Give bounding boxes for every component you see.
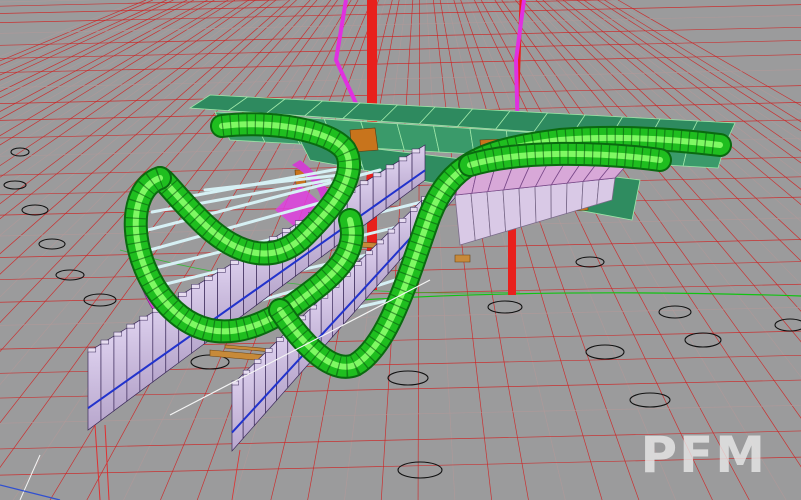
marker-circle [55,269,85,281]
grid-line [549,0,801,222]
back-wall-panel [518,186,537,228]
back-wall-panel [486,189,507,237]
back-wall-panel [565,180,584,215]
perspective-model-view[interactable] [0,0,801,500]
wall-panel-cap [365,250,373,256]
roof-panel [396,123,440,153]
wall-panel-cap [372,172,382,178]
wall-panel-cap [100,339,109,345]
wall-panel-cap [126,323,135,329]
wall-panel-cap [359,180,369,186]
marker-circle [487,300,523,314]
grid-line [0,0,222,128]
grid-line [432,0,493,500]
grid-line [0,0,201,105]
grid-line [0,54,801,73]
wall-panel-cap [282,228,291,233]
wall-panel [100,335,115,422]
grid-line [0,0,616,14]
grid-line [563,0,801,190]
wall-panel-cap [178,292,187,297]
grid-line [0,0,215,120]
wall-panel-cap [113,331,122,337]
wall-panel [231,373,244,452]
back-wall-panel [534,184,552,224]
cad-3d-viewport[interactable]: PFM [0,0,801,500]
wall-panel-cap [230,260,239,265]
marker-circle [658,305,692,319]
marker-circle [585,344,625,360]
marker-circle [774,318,801,332]
roof-panel [433,125,475,155]
site-boundary-arc [359,292,801,301]
marker-circle [38,238,66,250]
wall-panel-cap [398,156,408,162]
wall-panel-cap [139,315,148,321]
grid-line [494,0,801,468]
grid-line [426,0,456,500]
wall-panel-cap [191,284,200,289]
grid-line [542,0,801,241]
wall-panel-cap [411,148,421,154]
grid-line [590,0,801,142]
grid-line [501,0,801,419]
grid-line [480,0,750,500]
marker-circle [629,392,671,408]
marker-circle [387,370,429,386]
grid-line [453,0,603,500]
marker-circle [397,461,443,479]
wall-panel-cap [254,359,262,364]
grid-line [487,0,787,500]
wall-panel [126,319,141,402]
grid-line [0,69,801,89]
grid-line [0,0,292,7]
wall-panel [139,311,154,393]
wall-panel-cap [87,347,97,353]
grid-line [597,0,801,132]
grid-line [0,0,105,3]
back-wall-panel [502,187,522,233]
wall-panel-cap [385,164,395,170]
grid-line [0,0,195,99]
grid-line [0,85,801,104]
wall-panel [113,327,128,412]
wall-panel-cap [376,239,384,245]
wall-panel-cap [387,228,396,234]
wall-panel [87,343,102,431]
grid-line [610,0,801,114]
pfm-watermark-logo: PFM [640,426,767,484]
wall-panel-cap [204,276,213,281]
grid-line [0,404,801,424]
grid-line [569,0,801,176]
marker-circle [575,256,605,268]
back-wall-panel [550,182,568,219]
grid-line [576,0,801,164]
grid-line [0,0,208,112]
